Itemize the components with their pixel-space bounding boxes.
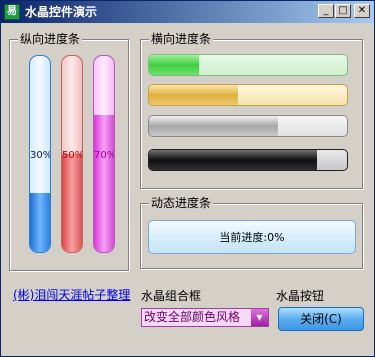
vertical-progress-pink-fill [94,114,114,252]
horizontal-progress-gold-fill [149,85,239,105]
dynamic-group-title: 动态进度条 [149,195,214,211]
minimize-button[interactable]: _ [318,4,334,18]
close-button[interactable]: 关闭(C) [278,307,364,331]
color-style-combo[interactable]: 改变全部颜色风格 ▼ [141,308,269,327]
window-title: 水晶控件演示 [25,5,98,19]
combo-selected-value: 改变全部颜色风格 [144,310,241,324]
vertical-progress-red-fill [62,154,82,252]
horizontal-progress-green-fill [149,55,199,75]
vertical-group-title: 纵向进度条 [18,31,83,47]
vertical-progress-blue: 30% [29,55,51,253]
horizontal-progress-green [148,54,348,76]
horizontal-progress-black-fill [149,150,318,170]
vertical-progress-pink: 70% [93,55,115,253]
vertical-progress-red-label: 50% [62,150,83,161]
button-heading: 水晶按钮 [276,289,325,303]
close-window-button[interactable]: ✕ [354,4,370,18]
dynamic-progress-bar: 当前进度:0% [148,220,356,254]
horizontal-group-title: 横向进度条 [149,31,214,47]
credit-link[interactable]: (彬)泪闯天涯帖子整理 [13,287,130,303]
horizontal-progress-black [148,149,348,171]
vertical-progress-red: 50% [61,55,83,253]
vertical-progress-blue-fill [30,193,50,252]
horizontal-progress-gray-fill [149,116,278,136]
dynamic-progress-label: 当前进度:0% [219,231,285,244]
title-bar[interactable]: 易 水晶控件演示 _ □ ✕ [1,1,374,23]
combo-heading: 水晶组合框 [141,289,202,303]
crystal-app-icon: 易 [4,4,20,20]
vertical-progress-blue-label: 30% [30,150,51,161]
main-window: 易 水晶控件演示 _ □ ✕ 纵向进度条 30% 50% 70% 横向进度条 动… [0,0,375,357]
dropdown-arrow-icon[interactable]: ▼ [251,309,268,326]
vertical-progress-pink-label: 70% [94,150,115,161]
maximize-button[interactable]: □ [335,4,351,18]
horizontal-progress-gold [148,84,348,106]
horizontal-progress-gray [148,115,348,137]
